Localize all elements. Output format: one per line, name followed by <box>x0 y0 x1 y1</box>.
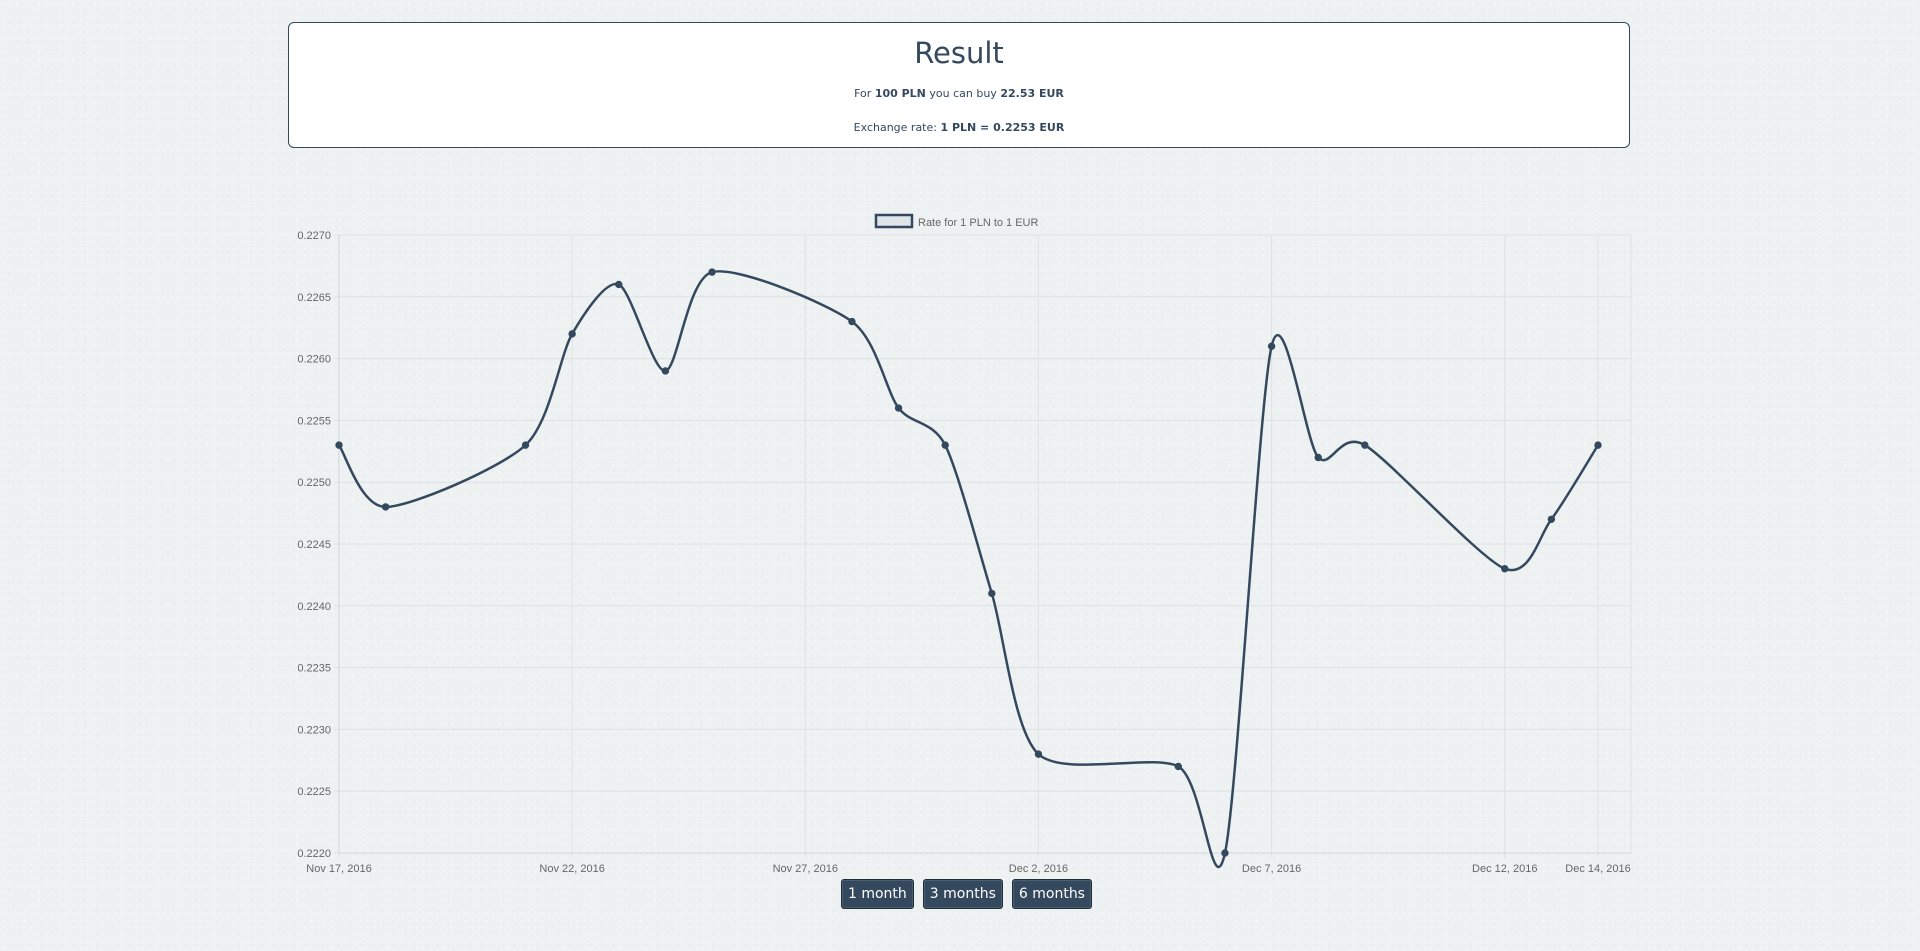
data-point <box>521 441 530 449</box>
data-point <box>1547 515 1556 523</box>
y-tick-label: 0.2255 <box>297 415 331 427</box>
y-tick-label: 0.2240 <box>297 601 331 613</box>
y-tick-label: 0.2260 <box>297 354 331 366</box>
data-point <box>848 317 856 326</box>
chart-grid <box>334 234 1632 858</box>
data-point <box>1501 565 1509 573</box>
data-point <box>335 441 343 449</box>
legend-label: Rate for 1 PLN to 1 EUR <box>918 217 1038 229</box>
y-tick-label: 0.2225 <box>297 786 331 798</box>
data-point <box>1594 441 1602 449</box>
data-point <box>941 441 949 449</box>
range-button-group: 1 month 3 months 6 months <box>841 879 1092 909</box>
y-tick-label: 0.2235 <box>297 663 331 675</box>
x-tick-label: Dec 2, 2016 <box>1009 863 1068 875</box>
data-point <box>1034 750 1043 758</box>
data-point <box>894 404 903 412</box>
chart-axes: 0.2270 0.2265 0.2260 0.2255 0.2250 0.2245 0.22… <box>297 230 1631 875</box>
exchange-rate-chart: 0.2270 0.2265 0.2260 0.2255 0.2250 0.2245 0.22… <box>297 213 1632 875</box>
y-tick-label: 0.2265 <box>297 292 331 304</box>
data-point <box>1221 849 1229 857</box>
y-tick-label: 0.2245 <box>297 539 331 551</box>
x-tick-label: Nov 27, 2016 <box>773 863 838 875</box>
data-point <box>1174 762 1183 771</box>
x-tick-label: Dec 7, 2016 <box>1242 863 1301 875</box>
range-1-month-button[interactable]: 1 month <box>841 879 914 909</box>
data-point <box>1361 441 1369 449</box>
y-tick-label: 0.2250 <box>297 477 331 489</box>
data-point <box>1314 453 1322 462</box>
x-tick-label: Dec 12, 2016 <box>1472 863 1537 875</box>
series-line <box>337 270 1600 869</box>
range-3-months-button[interactable]: 3 months <box>922 879 1003 909</box>
data-point <box>615 280 623 289</box>
data-point <box>661 367 670 375</box>
y-tick-label: 0.2230 <box>297 724 331 736</box>
legend-swatch <box>874 213 914 229</box>
chart-legend: Rate for 1 PLN to 1 EUR <box>874 213 1038 229</box>
y-tick-label: 0.2220 <box>297 848 331 860</box>
range-6-months-button[interactable]: 6 months <box>1011 879 1092 909</box>
data-point <box>988 589 996 598</box>
x-tick-label: Nov 22, 2016 <box>539 863 604 875</box>
x-tick-label: Nov 17, 2016 <box>306 863 371 875</box>
x-tick-label: Dec 14, 2016 <box>1565 863 1630 875</box>
data-point <box>1267 342 1276 350</box>
data-point <box>381 503 390 511</box>
y-tick-label: 0.2270 <box>297 230 331 242</box>
data-point <box>568 330 576 338</box>
data-point <box>708 268 716 276</box>
